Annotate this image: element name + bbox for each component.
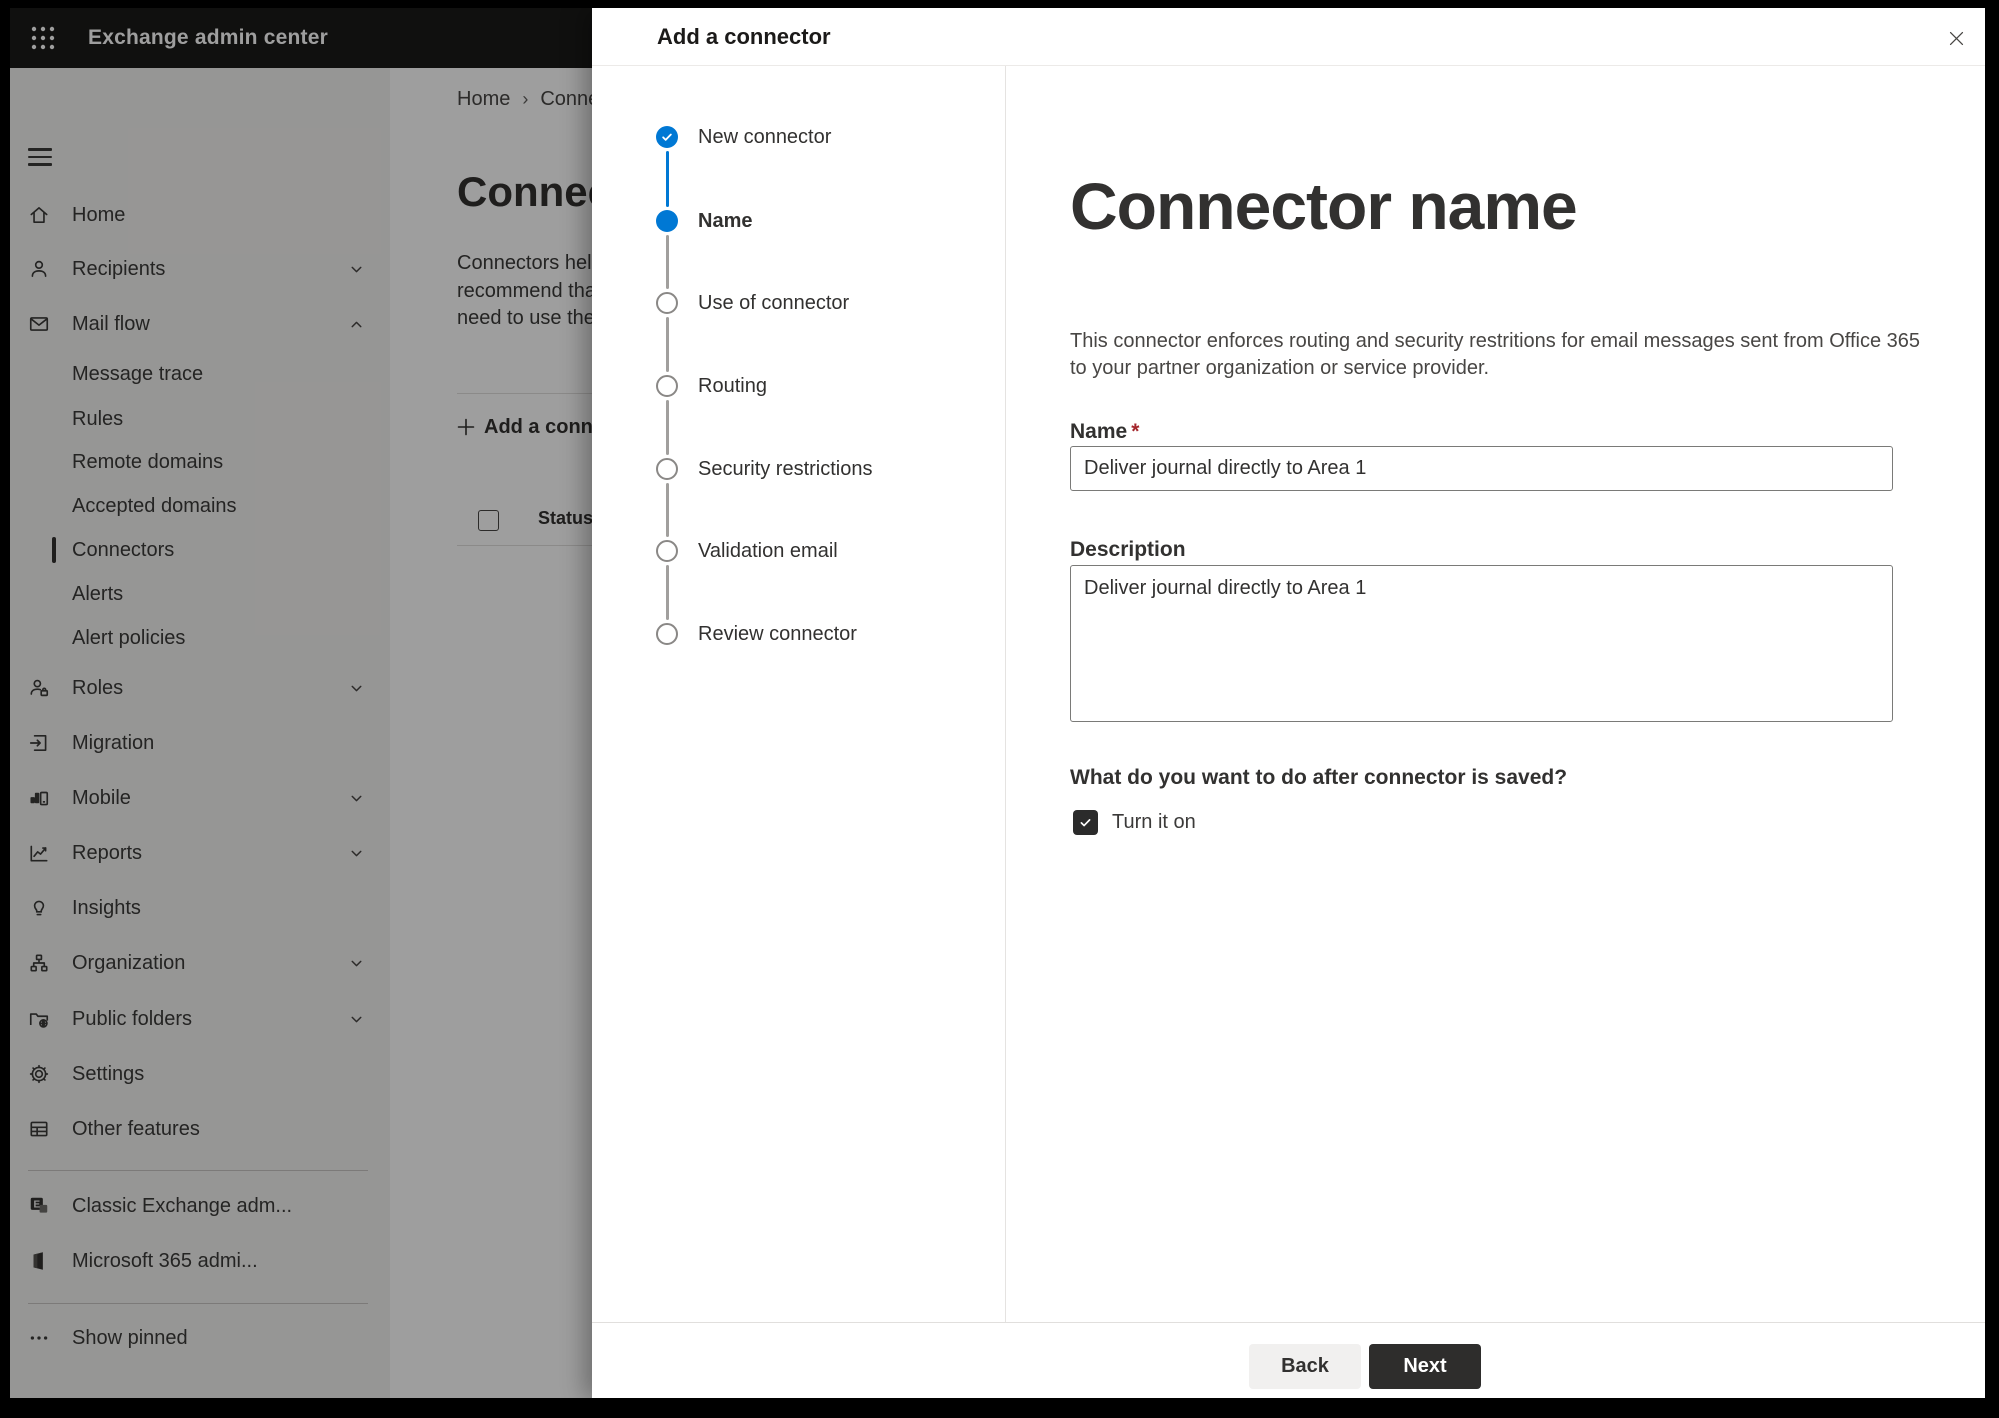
name-field-label: Name * xyxy=(1070,420,1140,443)
add-connector-dialog: Add a connector New connector Name Use o… xyxy=(592,8,1985,1398)
step-connector-line xyxy=(666,565,669,620)
step-connector-line xyxy=(666,317,669,372)
wizard-description: This connector enforces routing and secu… xyxy=(1070,330,1921,379)
wizard-heading: Connector name xyxy=(1070,169,1578,243)
turn-it-on-label: Turn it on xyxy=(1112,811,1196,833)
step-circle-upcoming xyxy=(656,375,678,397)
dialog-header: Add a connector xyxy=(592,8,1985,65)
step-label-routing: Routing xyxy=(698,375,767,397)
step-label-use-of-connector: Use of connector xyxy=(698,292,850,314)
step-label-security-restrictions: Security restrictions xyxy=(698,458,873,480)
step-connector-line xyxy=(666,483,669,537)
step-label-validation-email: Validation email xyxy=(698,540,838,562)
step-label-name: Name xyxy=(698,210,753,232)
dialog-title: Add a connector xyxy=(657,24,831,49)
close-icon[interactable] xyxy=(1941,23,1971,53)
step-circle-upcoming xyxy=(656,540,678,562)
step-connector-line xyxy=(666,400,669,455)
step-circle-done xyxy=(656,126,678,148)
description-field-label: Description xyxy=(1070,538,1186,561)
dialog-footer-divider xyxy=(592,1322,1985,1323)
connector-description-textarea[interactable]: Deliver journal directly to Area 1 xyxy=(1070,565,1893,722)
step-circle-upcoming xyxy=(656,623,678,645)
step-circle-upcoming xyxy=(656,458,678,480)
turn-it-on-checkbox[interactable] xyxy=(1073,810,1098,835)
step-connector-line xyxy=(666,235,669,289)
required-asterisk: * xyxy=(1131,420,1140,443)
next-button[interactable]: Next xyxy=(1369,1344,1481,1389)
step-circle-upcoming xyxy=(656,292,678,314)
app-window: Exchange admin center Home Recipients Ma… xyxy=(10,8,1985,1398)
after-save-question: What do you want to do after connector i… xyxy=(1070,766,1568,789)
connector-name-input[interactable] xyxy=(1070,446,1893,491)
dialog-header-divider xyxy=(592,65,1985,66)
step-connector-line xyxy=(666,151,669,207)
back-button[interactable]: Back xyxy=(1249,1344,1361,1389)
step-label-new-connector: New connector xyxy=(698,126,832,148)
step-circle-current xyxy=(656,210,678,232)
steps-panel-divider xyxy=(1005,66,1006,1322)
step-label-review-connector: Review connector xyxy=(698,623,857,645)
